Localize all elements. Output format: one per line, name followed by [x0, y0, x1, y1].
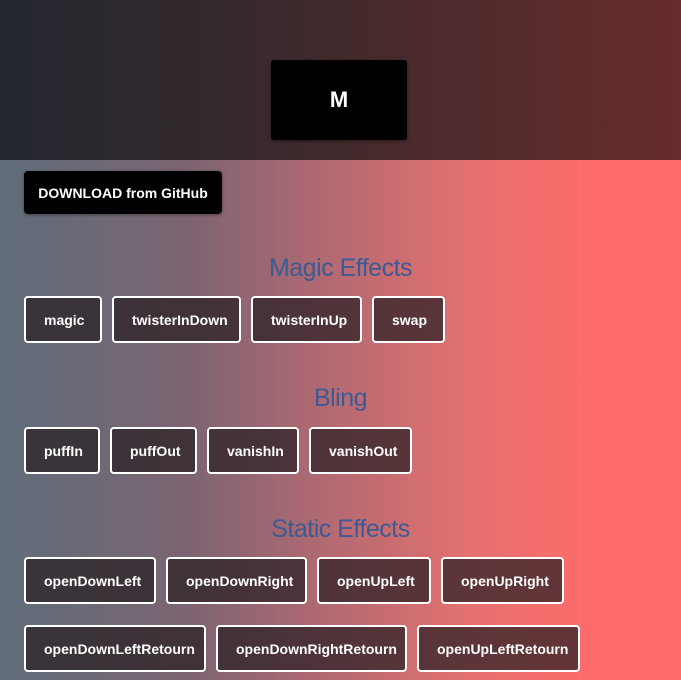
effect-button-open-up-right[interactable]: openUpRight	[441, 557, 564, 604]
bling-row: puffIn puffOut vanishIn vanishOut	[24, 427, 412, 474]
effect-button-open-down-left[interactable]: openDownLeft	[24, 557, 156, 604]
effect-button-vanish-in[interactable]: vanishIn	[207, 427, 299, 474]
static-effects-row-2: openDownLeftRetourn openDownRightRetourn…	[24, 625, 580, 672]
effect-button-open-down-right-retourn[interactable]: openDownRightRetourn	[216, 625, 407, 672]
effect-button-twister-in-up[interactable]: twisterInUp	[251, 296, 362, 343]
effect-button-open-up-left-retourn[interactable]: openUpLeftRetourn	[417, 625, 580, 672]
magic-effects-row: magic twisterInDown twisterInUp swap	[24, 296, 445, 343]
effect-button-twister-in-down[interactable]: twisterInDown	[112, 296, 241, 343]
section-title-static-effects: Static Effects	[271, 515, 410, 543]
effect-button-open-up-left[interactable]: openUpLeft	[317, 557, 431, 604]
effect-button-open-down-right[interactable]: openDownRight	[166, 557, 307, 604]
section-title-magic-effects: Magic Effects	[268, 254, 413, 282]
effect-button-swap[interactable]: swap	[372, 296, 445, 343]
effect-button-puff-out[interactable]: puffOut	[110, 427, 197, 474]
effect-button-magic[interactable]: magic	[24, 296, 102, 343]
section-title-bling: Bling	[313, 384, 368, 412]
download-github-button[interactable]: DOWNLOAD from GitHub	[24, 171, 222, 214]
static-effects-row-1: openDownLeft openDownRight openUpLeft op…	[24, 557, 564, 604]
effect-button-open-down-left-retourn[interactable]: openDownLeftRetourn	[24, 625, 206, 672]
logo[interactable]: M	[271, 60, 407, 140]
effect-button-vanish-out[interactable]: vanishOut	[309, 427, 412, 474]
effect-button-puff-in[interactable]: puffIn	[24, 427, 100, 474]
page-header: M	[0, 0, 681, 160]
